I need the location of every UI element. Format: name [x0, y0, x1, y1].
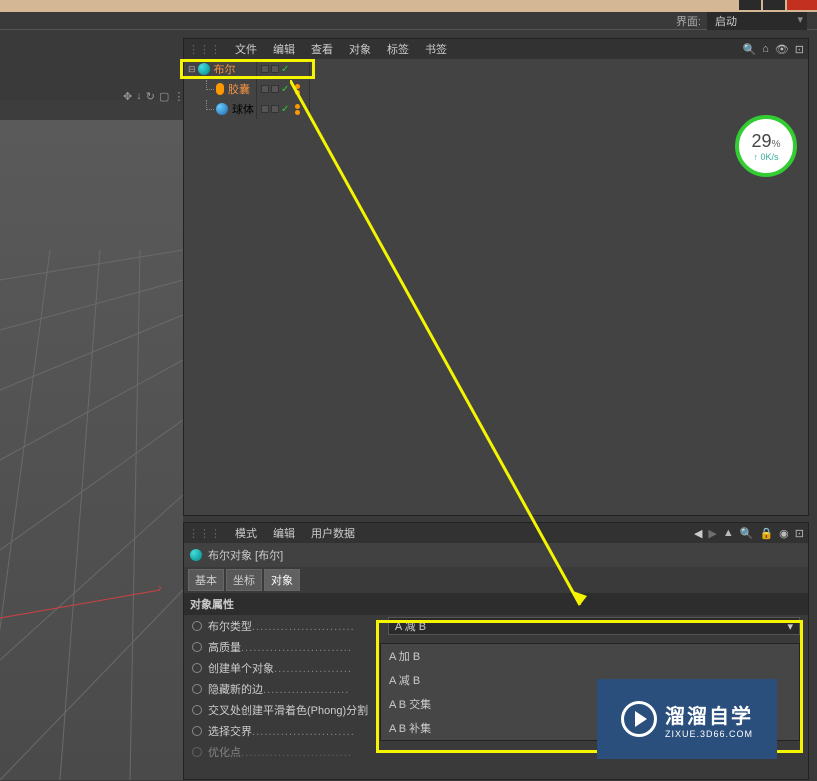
menu-userdata[interactable]: 用户数据 — [303, 523, 363, 543]
watermark-url: ZIXUE.3D66.COM — [665, 729, 753, 739]
panel-grip-icon[interactable]: ⋮⋮⋮ — [188, 527, 221, 540]
interface-selected-value: 启动 — [715, 16, 737, 28]
menu-edit-attr[interactable]: 编辑 — [265, 523, 303, 543]
tab-coord[interactable]: 坐标 — [226, 569, 262, 591]
tree-item-sphere[interactable]: 球体 ✓ — [184, 99, 808, 119]
radio-icon[interactable] — [192, 621, 202, 631]
tab-object[interactable]: 对象 — [264, 569, 300, 591]
search-icon[interactable]: 🔍 — [740, 527, 754, 540]
expand-icon[interactable]: ⊡ — [795, 527, 804, 540]
radio-icon[interactable] — [192, 684, 202, 694]
rotate-icon[interactable]: ↻ — [146, 90, 155, 103]
eye-icon[interactable]: 👁 — [775, 43, 789, 56]
attr-hide-edges: 隐藏新的边. . . . . . . . . . . . . . . . . .… — [208, 681, 388, 697]
watermark: 溜溜自学 ZIXUE.3D66.COM — [597, 679, 777, 759]
grip-icon[interactable]: ⋮⋮ — [173, 90, 183, 103]
panel-grip-icon[interactable]: ⋮⋮⋮ — [188, 43, 221, 56]
tree-label: 胶囊 — [228, 81, 250, 97]
menu-bookmark[interactable]: 书签 — [417, 39, 455, 59]
home-icon[interactable]: ⌂ — [762, 43, 769, 56]
sphere-object-icon — [216, 103, 228, 115]
radio-icon[interactable] — [192, 705, 202, 715]
bool-object-icon — [190, 549, 202, 561]
play-icon — [621, 701, 657, 737]
watermark-title: 溜溜自学 — [665, 700, 753, 729]
tab-basic[interactable]: 基本 — [188, 569, 224, 591]
radio-icon[interactable] — [192, 663, 202, 673]
menu-edit[interactable]: 编辑 — [265, 39, 303, 59]
speed-rate: ↑ 0K/s — [753, 152, 778, 162]
interface-label: 界面: — [676, 13, 701, 29]
move-icon[interactable]: ✥ — [123, 90, 132, 103]
forward-icon[interactable]: ▶ — [708, 527, 716, 540]
menu-view[interactable]: 查看 — [303, 39, 341, 59]
attr-optimize: 优化点. . . . . . . . . . . . . . . . . . .… — [208, 744, 388, 760]
attr-phong: 交叉处创建平滑着色(Phong)分割 — [208, 702, 388, 718]
network-speed-widget[interactable]: 29% ↑ 0K/s — [735, 115, 797, 177]
up-arrow-icon[interactable]: ▲ — [723, 527, 734, 539]
menu-file[interactable]: 文件 — [227, 39, 265, 59]
tree-label: 布尔 — [214, 61, 236, 77]
collapse-icon[interactable]: ⊟ — [188, 64, 196, 75]
section-title: 对象属性 — [184, 593, 808, 615]
back-icon[interactable]: ◀ — [694, 527, 702, 540]
target-icon[interactable]: ◉ — [779, 527, 789, 540]
object-manager: ⋮⋮⋮ 文件 编辑 查看 对象 标签 书签 🔍 ⌂ 👁 ⊡ ⊟ — [183, 38, 809, 516]
menu-object[interactable]: 对象 — [341, 39, 379, 59]
box-icon[interactable]: ▢ — [159, 90, 169, 103]
viewport[interactable]: ✥ ↓ ↻ ▢ ⋮⋮ — [0, 30, 183, 780]
attr-select-intersect: 选择交界. . . . . . . . . . . . . . . . . . … — [208, 723, 388, 739]
radio-icon[interactable] — [192, 726, 202, 736]
attr-high-quality: 高质量. . . . . . . . . . . . . . . . . . .… — [208, 639, 388, 655]
close-button[interactable] — [787, 0, 817, 10]
radio-icon[interactable] — [192, 642, 202, 652]
attr-create-single: 创建单个对象. . . . . . . . . . . . . . . . . … — [208, 660, 388, 676]
minimize-button[interactable] — [739, 0, 761, 10]
bool-object-icon — [198, 63, 210, 75]
tree-item-capsule[interactable]: 胶囊 ✓ — [184, 79, 808, 99]
tree-label: 球体 — [232, 101, 254, 117]
tree-item-bool[interactable]: ⊟ 布尔 ✓ — [184, 59, 808, 79]
lock-icon[interactable]: 🔒 — [759, 527, 773, 540]
attribute-title: 布尔对象 [布尔] — [208, 547, 283, 563]
radio-icon — [192, 747, 202, 757]
search-icon[interactable]: 🔍 — [742, 43, 756, 56]
interface-select[interactable]: 启动 — [707, 12, 807, 30]
capsule-object-icon — [216, 83, 224, 95]
attr-bool-type: 布尔类型. . . . . . . . . . . . . . . . . . … — [208, 618, 388, 634]
speed-value: 29 — [752, 131, 772, 151]
down-icon[interactable]: ↓ — [136, 90, 142, 103]
maximize-button[interactable] — [763, 0, 785, 10]
menu-tags[interactable]: 标签 — [379, 39, 417, 59]
expand-icon[interactable]: ⊡ — [795, 43, 804, 56]
menu-mode[interactable]: 模式 — [227, 523, 265, 543]
